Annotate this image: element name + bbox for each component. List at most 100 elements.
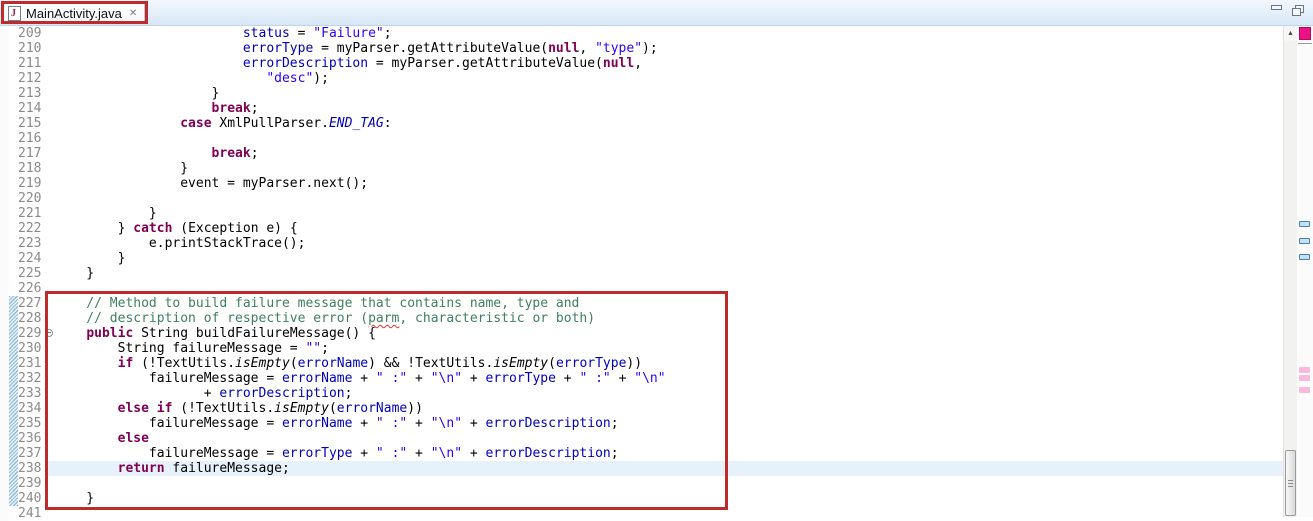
code-line-217: 217 break; — [0, 146, 1283, 161]
fold-column-cell — [45, 161, 55, 176]
quick-diff-changed-marker — [9, 386, 18, 401]
code-text[interactable]: errorType = myParser.getAttributeValue(n… — [55, 41, 1283, 56]
overview-ruler — [1297, 26, 1313, 517]
code-text[interactable]: String failureMessage = ""; — [55, 341, 1283, 356]
code-text[interactable]: else if (!TextUtils.isEmpty(errorName)) — [55, 401, 1283, 416]
vertical-scrollbar[interactable]: ▲ — [1283, 26, 1297, 517]
overview-warning-marker[interactable] — [1299, 375, 1310, 381]
fold-column-cell — [45, 491, 55, 506]
fold-column-cell — [45, 101, 55, 116]
line-number: 230 — [18, 341, 45, 356]
code-text[interactable]: case XmlPullParser.END_TAG: — [55, 116, 1283, 131]
code-text[interactable]: status = "Failure"; — [55, 26, 1283, 41]
scroll-up-arrow-icon[interactable]: ▲ — [1284, 26, 1297, 41]
code-line-228: 228 // description of respective error (… — [0, 311, 1283, 326]
quick-diff-cell — [9, 161, 18, 176]
code-text[interactable]: // Method to build failure message that … — [55, 296, 1283, 311]
code-text[interactable]: else — [55, 431, 1283, 446]
code-line-239: 239 — [0, 476, 1283, 491]
annotation-ruler-cell — [0, 161, 9, 176]
code-line-222: 222 } catch (Exception e) { — [0, 221, 1283, 236]
line-number: 232 — [18, 371, 45, 386]
code-text[interactable]: public String buildFailureMessage() { — [55, 326, 1283, 341]
overview-occurrence-marker[interactable] — [1299, 221, 1310, 227]
editor-tab-bar: MainActivity.java ✕ — [0, 0, 1313, 26]
overview-warning-marker[interactable] — [1299, 367, 1310, 373]
code-text[interactable]: } — [55, 251, 1283, 266]
fold-column-cell — [45, 311, 55, 326]
annotation-ruler-cell — [0, 251, 9, 266]
annotation-ruler-cell — [0, 56, 9, 71]
annotation-ruler-cell — [0, 266, 9, 281]
quick-diff-cell — [9, 176, 18, 191]
annotation-ruler-cell — [0, 296, 9, 311]
overview-warning-marker[interactable] — [1299, 387, 1310, 393]
code-text[interactable]: failureMessage = errorName + " :" + "\n"… — [55, 371, 1283, 386]
code-text[interactable]: "desc"); — [55, 71, 1283, 86]
annotation-ruler-cell — [0, 416, 9, 431]
scrollbar-thumb[interactable] — [1285, 450, 1296, 516]
line-number: 239 — [18, 476, 45, 491]
code-text[interactable] — [55, 191, 1283, 206]
quick-diff-cell — [9, 56, 18, 71]
code-text[interactable]: failureMessage = errorType + " :" + "\n"… — [55, 446, 1283, 461]
code-lines-container: 209 status = "Failure";210 errorType = m… — [0, 26, 1283, 521]
java-file-icon — [8, 6, 21, 21]
code-text[interactable]: // description of respective error (parm… — [55, 311, 1283, 326]
fold-collapse-icon[interactable] — [45, 329, 53, 337]
code-line-233: 233 + errorDescription; — [0, 386, 1283, 401]
code-text[interactable]: } — [55, 161, 1283, 176]
tab-close-icon[interactable]: ✕ — [129, 8, 137, 19]
fold-column-cell — [45, 371, 55, 386]
code-text[interactable]: return failureMessage; — [55, 461, 1283, 476]
quick-diff-cell — [9, 506, 18, 521]
line-number: 237 — [18, 446, 45, 461]
code-text[interactable]: } — [55, 206, 1283, 221]
code-line-214: 214 break; — [0, 101, 1283, 116]
code-text[interactable]: if (!TextUtils.isEmpty(errorName) && !Te… — [55, 356, 1283, 371]
overview-ruler-header-badge[interactable] — [1299, 27, 1311, 40]
code-line-238: 238 return failureMessage; — [0, 461, 1283, 476]
annotation-ruler-cell — [0, 401, 9, 416]
code-text[interactable]: e.printStackTrace(); — [55, 236, 1283, 251]
code-text[interactable]: } — [55, 491, 1283, 506]
fold-column-cell — [45, 236, 55, 251]
code-text[interactable] — [55, 476, 1283, 491]
line-number: 241 — [18, 506, 45, 521]
code-text[interactable]: } catch (Exception e) { — [55, 221, 1283, 236]
overview-occurrence-marker[interactable] — [1299, 238, 1310, 244]
annotation-ruler-cell — [0, 356, 9, 371]
fold-column-cell — [45, 356, 55, 371]
annotation-ruler-cell — [0, 116, 9, 131]
code-text[interactable]: errorDescription = myParser.getAttribute… — [55, 56, 1283, 71]
code-editor[interactable]: 209 status = "Failure";210 errorType = m… — [0, 26, 1313, 517]
code-text[interactable] — [55, 506, 1283, 521]
code-line-218: 218 } — [0, 161, 1283, 176]
code-text[interactable] — [55, 131, 1283, 146]
fold-column-cell — [45, 176, 55, 191]
line-number: 236 — [18, 431, 45, 446]
code-text[interactable]: } — [55, 266, 1283, 281]
code-text[interactable]: failureMessage = errorName + " :" + "\n"… — [55, 416, 1283, 431]
misspelled-word: parm — [368, 311, 399, 326]
code-text[interactable]: break; — [55, 101, 1283, 116]
quick-diff-changed-marker — [9, 476, 18, 491]
tab-mainactivity-java[interactable]: MainActivity.java ✕ — [3, 2, 145, 24]
code-text[interactable]: event = myParser.next(); — [55, 176, 1283, 191]
code-text[interactable]: + errorDescription; — [55, 386, 1283, 401]
fold-column-cell — [45, 41, 55, 56]
line-number: 217 — [18, 146, 45, 161]
code-line-219: 219 event = myParser.next(); — [0, 176, 1283, 191]
code-text[interactable]: } — [55, 86, 1283, 101]
restore-icon[interactable] — [1292, 5, 1304, 16]
code-line-230: 230 String failureMessage = ""; — [0, 341, 1283, 356]
quick-diff-cell — [9, 206, 18, 221]
line-number: 213 — [18, 86, 45, 101]
overview-occurrence-marker[interactable] — [1299, 254, 1310, 260]
fold-column-cell — [45, 251, 55, 266]
minimize-icon[interactable] — [1271, 5, 1282, 14]
code-text[interactable]: break; — [55, 146, 1283, 161]
quick-diff-cell — [9, 116, 18, 131]
code-text[interactable] — [55, 281, 1283, 296]
code-line-215: 215 case XmlPullParser.END_TAG: — [0, 116, 1283, 131]
